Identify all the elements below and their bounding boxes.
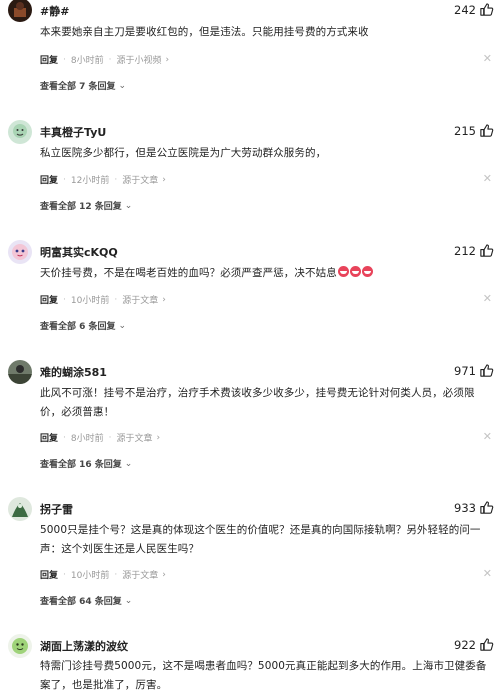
chevron-right-icon: ›	[156, 432, 161, 443]
separator-dot: ·	[63, 54, 66, 65]
view-replies-link[interactable]: 查看全部 16 条回复 ⌄	[40, 457, 133, 471]
close-icon[interactable]: ✕	[483, 172, 492, 185]
reply-button[interactable]: 回复	[40, 568, 58, 581]
like-button[interactable]: 242	[454, 2, 494, 17]
chevron-right-icon: ›	[162, 569, 166, 580]
like-count: 922	[454, 637, 476, 652]
comment-text: 私立医院多少都行，但是公立医院是为广大劳动群众服务的，	[40, 147, 327, 159]
view-replies-label: 查看全部 7 条回复	[40, 82, 116, 92]
timestamp: 8小时前	[70, 56, 104, 66]
chevron-down-icon: ⌄	[124, 200, 133, 211]
like-count: 242	[454, 2, 476, 17]
source-link[interactable]: 源于小视频	[117, 53, 162, 66]
like-button[interactable]: 971	[454, 363, 494, 378]
thumbs-up-icon	[479, 363, 494, 378]
chevron-down-icon: ⌄	[124, 595, 133, 606]
view-replies-link[interactable]: 查看全部 64 条回复 ⌄	[40, 594, 133, 608]
close-icon[interactable]: ✕	[483, 430, 492, 443]
source-link[interactable]: 源于文章	[122, 568, 158, 581]
view-replies-label: 查看全部 16 条回复	[40, 460, 122, 470]
comment-meta: 回复 · 8小时前 · 源于小视频 ›	[40, 53, 170, 67]
separator-dot: ·	[63, 432, 66, 443]
thumbs-up-icon	[479, 637, 494, 652]
username[interactable]: #静#	[40, 3, 69, 19]
separator-dot: ·	[108, 432, 112, 443]
like-button[interactable]: 215	[454, 123, 494, 138]
chevron-down-icon: ⌄	[118, 80, 127, 91]
comment-meta: 回复 · 10小时前 · 源于文章 ›	[40, 568, 166, 582]
close-icon[interactable]: ✕	[483, 567, 492, 580]
avatar[interactable]	[8, 360, 32, 384]
thumbs-up-icon	[479, 500, 494, 515]
separator-dot: ·	[63, 294, 66, 305]
like-count: 212	[454, 243, 476, 258]
comment-text: 此风不可涨！挂号不是治疗，治疗手术费该收多少收多少，挂号费无论针对何类人员，必须…	[40, 387, 475, 418]
username[interactable]: 丰真橙子TyU	[40, 124, 106, 140]
thumbs-up-icon	[479, 123, 494, 138]
like-count: 215	[454, 123, 476, 138]
reply-button[interactable]: 回复	[40, 431, 58, 444]
comment-text: 5000只是挂个号？这是真的体现这个医生的价值呢？还是真的向国际接轨啊？另外轻轻…	[40, 524, 481, 555]
comment-text-body: 天价挂号费，不是在喝老百姓的血吗？必须严查严惩，决不姑息	[40, 267, 337, 279]
username[interactable]: 拐子雷	[40, 501, 73, 517]
chevron-down-icon: ⌄	[124, 458, 133, 469]
comment-meta: 回复 · 8小时前 · 源于文章 ›	[40, 431, 161, 445]
view-replies-label: 查看全部 6 条回复	[40, 322, 116, 332]
view-replies-label: 查看全部 12 条回复	[40, 202, 122, 212]
timestamp: 8小时前	[70, 434, 104, 444]
comment-meta: 回复 · 10小时前 · 源于文章 ›	[40, 293, 166, 307]
chevron-right-icon: ›	[162, 294, 166, 305]
separator-dot: ·	[63, 174, 66, 185]
angry-face-emoji	[337, 266, 349, 277]
avatar[interactable]	[8, 497, 32, 521]
view-replies-link[interactable]: 查看全部 12 条回复 ⌄	[40, 199, 133, 213]
timestamp: 10小时前	[70, 571, 110, 581]
avatar[interactable]	[8, 120, 32, 144]
username[interactable]: 湖面上荡漾的波纹	[40, 638, 128, 654]
like-button[interactable]: 933	[454, 500, 494, 515]
like-button[interactable]: 212	[454, 243, 494, 258]
view-replies-label: 查看全部 64 条回复	[40, 597, 122, 607]
source-link[interactable]: 源于文章	[122, 173, 158, 186]
comment-text: 特需门诊挂号费5000元，这不是喝患者血吗？5000元真正能起到多大的作用。上海…	[40, 660, 487, 691]
thumbs-up-icon	[479, 243, 494, 258]
separator-dot: ·	[63, 569, 66, 580]
separator-dot: ·	[114, 294, 118, 305]
separator-dot: ·	[114, 569, 118, 580]
timestamp: 10小时前	[70, 296, 110, 306]
comment-meta: 回复 · 12小时前 · 源于文章 ›	[40, 173, 166, 187]
close-icon[interactable]: ✕	[483, 292, 492, 305]
comment-text: 天价挂号费，不是在喝老百姓的血吗？必须严查严惩，决不姑息	[40, 264, 495, 283]
avatar[interactable]	[8, 240, 32, 264]
chevron-right-icon: ›	[162, 174, 166, 185]
avatar[interactable]	[8, 0, 32, 22]
username[interactable]: 难的蝴涂581	[40, 364, 107, 380]
view-replies-link[interactable]: 查看全部 7 条回复 ⌄	[40, 79, 127, 93]
username[interactable]: 明富其实cKQQ	[40, 244, 118, 260]
avatar[interactable]	[8, 634, 32, 658]
reply-button[interactable]: 回复	[40, 173, 58, 186]
reply-button[interactable]: 回复	[40, 293, 58, 306]
timestamp: 12小时前	[70, 176, 110, 186]
comment-text: 本来要她亲自主刀是要收红包的，但是违法。只能用挂号费的方式来收	[40, 26, 369, 38]
separator-dot: ·	[108, 54, 112, 65]
source-link[interactable]: 源于文章	[117, 431, 153, 444]
like-count: 971	[454, 363, 476, 378]
like-button[interactable]: 922	[454, 637, 494, 652]
like-count: 933	[454, 500, 476, 515]
reply-button[interactable]: 回复	[40, 53, 58, 66]
chevron-down-icon: ⌄	[118, 320, 127, 331]
separator-dot: ·	[114, 174, 118, 185]
angry-face-emoji	[361, 266, 373, 277]
angry-face-emoji	[349, 266, 361, 277]
source-link[interactable]: 源于文章	[122, 293, 158, 306]
chevron-right-icon: ›	[165, 54, 170, 65]
thumbs-up-icon	[479, 2, 494, 17]
view-replies-link[interactable]: 查看全部 6 条回复 ⌄	[40, 319, 127, 333]
close-icon[interactable]: ✕	[483, 52, 492, 65]
